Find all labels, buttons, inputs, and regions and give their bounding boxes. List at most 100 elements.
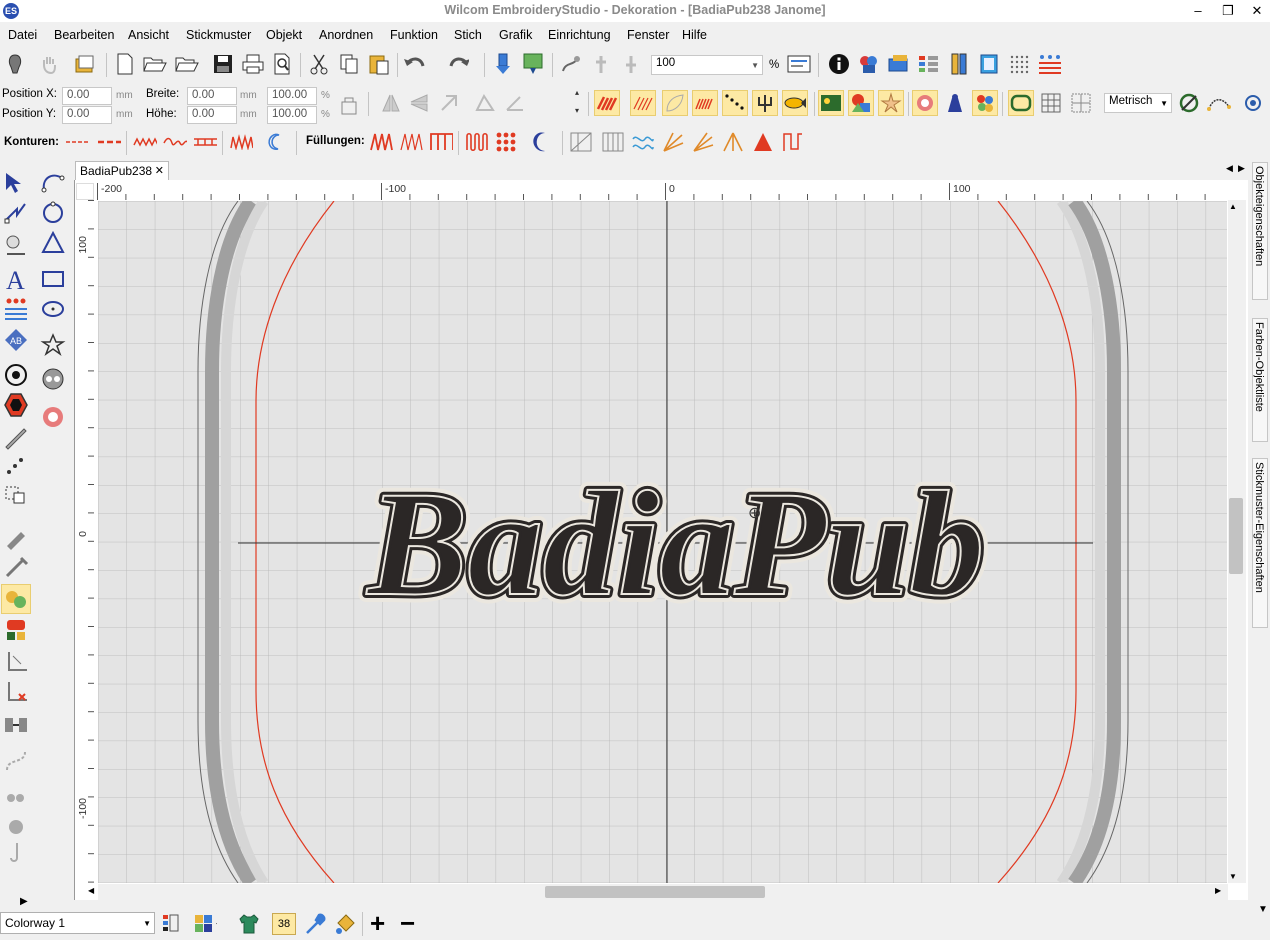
position-y-field[interactable]: 0.00 [62, 106, 112, 124]
fill-motif-icon[interactable] [464, 129, 490, 155]
ruler-corner[interactable] [76, 183, 94, 200]
fish-stitch-icon[interactable] [782, 90, 808, 116]
design-info-icon[interactable] [786, 51, 812, 77]
point-tool-icon[interactable] [1, 452, 31, 482]
print-icon[interactable] [240, 51, 266, 77]
starfish-icon[interactable] [878, 90, 904, 116]
copy-icon[interactable] [336, 51, 362, 77]
hoop-frame-icon[interactable] [1008, 90, 1034, 116]
brush-icon[interactable] [1, 552, 31, 582]
slow-redraw-icon[interactable] [618, 51, 644, 77]
units-select[interactable]: Metrisch ▼ [1104, 93, 1172, 113]
colorway-select[interactable]: Colorway 1 ▼ [0, 912, 155, 934]
fill-stipple-icon[interactable] [630, 129, 656, 155]
artwork-icon[interactable] [818, 90, 844, 116]
trident-stitch-icon[interactable] [752, 90, 778, 116]
open-folder-icon[interactable] [142, 51, 168, 77]
document-tab[interactable]: BadiaPub238 ✕ [75, 161, 169, 180]
zoom-in-button[interactable]: + [370, 908, 385, 939]
crop-tool-icon[interactable] [1, 648, 31, 678]
contour-run-icon[interactable] [64, 129, 90, 155]
contour-moon-icon[interactable] [262, 129, 288, 155]
skew-icon[interactable] [472, 90, 498, 116]
menu-stickmuster[interactable]: Stickmuster [186, 28, 251, 42]
restore-button[interactable]: ❐ [1213, 0, 1243, 22]
vertical-ruler[interactable]: 100 0 -100 [76, 200, 94, 883]
select-object-icon[interactable] [1, 168, 31, 198]
contour-triple-icon[interactable] [96, 129, 122, 155]
pen-tool-icon[interactable] [1, 522, 31, 552]
fill-step-icon[interactable] [428, 129, 454, 155]
close-button[interactable]: ✕ [1242, 0, 1270, 22]
scroll-down-icon[interactable]: ▼ [1229, 872, 1237, 881]
hand-icon[interactable] [36, 51, 62, 77]
contour-wave-icon[interactable] [162, 129, 188, 155]
swirl-icon[interactable] [38, 402, 68, 432]
toolbox-expand-icon[interactable]: ▶ [20, 896, 28, 907]
object-list-icon[interactable] [916, 51, 942, 77]
toolbar-overflow-icon[interactable]: ▴ ▾ [575, 88, 579, 115]
fill-spiral-icon[interactable] [690, 129, 716, 155]
fill-satin-icon[interactable] [368, 129, 394, 155]
leaf-stitch-icon[interactable] [662, 90, 688, 116]
tab-scroll-right-icon[interactable]: ▶ [1238, 163, 1245, 174]
scroll-left-icon[interactable]: ◀ [88, 886, 94, 895]
export-image-icon[interactable] [520, 51, 546, 77]
undo-icon[interactable] [402, 51, 428, 77]
garment-icon[interactable] [236, 911, 262, 937]
menu-datei[interactable]: Datei [8, 28, 37, 42]
lock-proportions-icon[interactable] [336, 92, 362, 118]
vertical-scrollbar[interactable]: ▲ ▼ [1228, 200, 1246, 883]
zoom-out-button[interactable]: − [400, 908, 415, 939]
ellipse-tool-icon[interactable] [38, 294, 68, 324]
cut-icon[interactable] [306, 51, 332, 77]
hoop-display-icon[interactable] [976, 51, 1002, 77]
tab-object-properties[interactable]: Objekteigenschaften [1252, 162, 1268, 300]
rectangle-tool-icon[interactable] [38, 264, 68, 294]
applique-icon[interactable] [942, 90, 968, 116]
scroll-right-icon[interactable]: ▶ [1215, 886, 1221, 895]
menu-einrichtung[interactable]: Einrichtung [548, 28, 611, 42]
star-tool-icon[interactable] [38, 330, 68, 360]
scroll-up-icon[interactable]: ▲ [1229, 202, 1237, 211]
menu-anordnen[interactable]: Anordnen [319, 28, 373, 42]
team-names-icon[interactable] [1, 294, 31, 324]
color-palette-icon[interactable] [886, 51, 912, 77]
library-icon[interactable] [72, 51, 98, 77]
color-grid-icon[interactable] [192, 911, 218, 937]
hoop-settings-icon[interactable] [1240, 90, 1266, 116]
tab-design-properties[interactable]: Stickmuster-Eigenschaften [1252, 458, 1268, 628]
stitch-path-icon[interactable] [1, 746, 31, 776]
hoop-icon[interactable] [2, 51, 28, 77]
fill-fan-icon[interactable] [720, 129, 746, 155]
redo-icon[interactable] [444, 51, 470, 77]
hexagon-icon[interactable] [1, 390, 31, 420]
color-fill-icon[interactable] [1, 614, 31, 644]
open-shape-icon[interactable] [38, 198, 68, 228]
menu-ansicht[interactable]: Ansicht [128, 28, 169, 42]
rotate-icon[interactable] [436, 90, 462, 116]
mirror-vertical-icon[interactable] [406, 90, 432, 116]
knife-icon[interactable] [1, 422, 31, 452]
curve-tool-icon[interactable] [1206, 90, 1232, 116]
color-bucket-icon[interactable] [1, 584, 31, 614]
menu-fenster[interactable]: Fenster [627, 28, 669, 42]
fill-tatami-icon[interactable] [398, 129, 424, 155]
horizontal-scrollbar[interactable]: ◀ ▶ [88, 884, 1228, 900]
menu-hilfe[interactable]: Hilfe [682, 28, 707, 42]
thread-chart-icon[interactable] [856, 51, 882, 77]
horizontal-scroll-thumb[interactable] [545, 886, 765, 898]
menu-objekt[interactable]: Objekt [266, 28, 302, 42]
reshape-icon[interactable] [1, 198, 31, 228]
stitch-edit-icon[interactable] [1, 230, 31, 260]
eyedropper-icon[interactable] [302, 911, 328, 937]
contour-zigzag-icon[interactable] [132, 129, 158, 155]
info-icon[interactable] [826, 51, 852, 77]
menu-funktion[interactable]: Funktion [390, 28, 438, 42]
vertical-scroll-thumb[interactable] [1229, 498, 1243, 574]
close-tab-icon[interactable]: ✕ [155, 164, 164, 177]
tatami-stitch-icon[interactable] [630, 90, 656, 116]
scissors-small-icon[interactable] [1, 780, 31, 810]
grid-icon[interactable] [1038, 90, 1064, 116]
colorful-shapes-icon[interactable] [972, 90, 998, 116]
